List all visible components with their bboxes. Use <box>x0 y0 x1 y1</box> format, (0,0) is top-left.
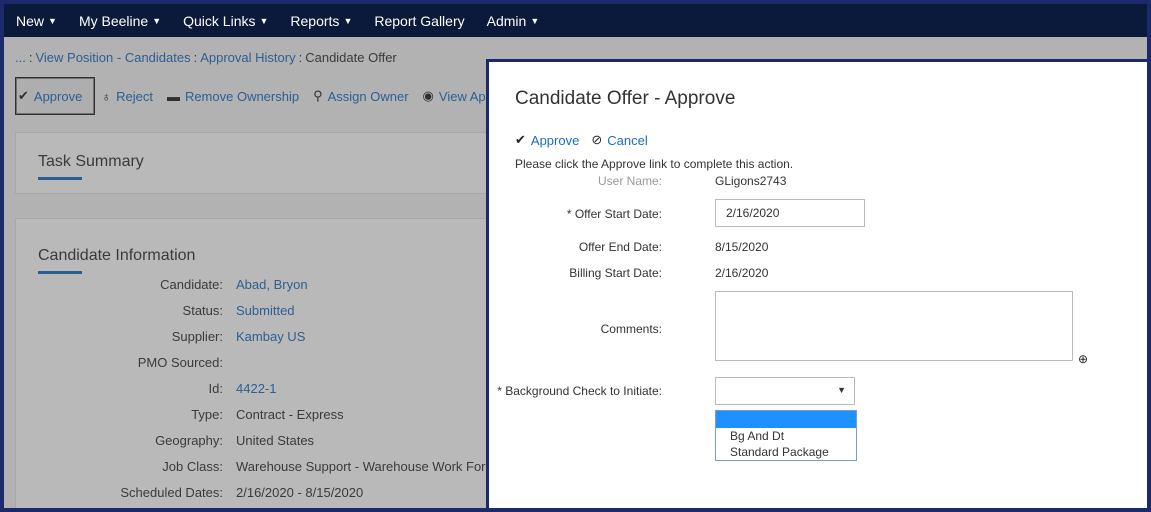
approve-dialog: Candidate Offer - Approve ✔ Approve ⊘ Canc… <box>486 59 1147 508</box>
dropdown-arrow-icon: ▼ <box>837 385 846 395</box>
background-check-select[interactable]: ▼ <box>715 377 855 405</box>
dropdown-option-bg-and-dt[interactable]: Bg And Dt <box>716 428 856 444</box>
dialog-cancel-label: Cancel <box>607 132 648 148</box>
chevron-down-icon: ▼ <box>530 15 540 26</box>
nav-reports[interactable]: Reports ▼ <box>290 13 352 29</box>
background-check-dropdown: Bg And Dt Standard Package <box>715 410 857 461</box>
offer-end-label: Offer End Date: <box>578 240 662 254</box>
nav-label: New <box>16 12 45 29</box>
comments-label: Comments: <box>600 322 662 336</box>
zoom-icon[interactable]: ⊕ <box>1078 352 1088 366</box>
nav-my-beeline[interactable]: My Beeline ▼ <box>79 13 161 29</box>
nav-admin[interactable]: Admin ▼ <box>487 13 540 29</box>
dropdown-option-blank[interactable] <box>716 411 856 428</box>
top-nav: New ▼ My Beeline ▼ Quick Links ▼ Reports ▼ R… <box>4 4 1147 37</box>
chevron-down-icon: ▼ <box>48 15 57 26</box>
chevron-down-icon: ▼ <box>343 15 353 26</box>
billing-start-value: 2/16/2020 <box>715 266 769 280</box>
comments-textarea[interactable] <box>715 291 1073 361</box>
nav-label: Report Gallery <box>374 12 465 29</box>
offer-end-value: 8/15/2020 <box>715 240 769 254</box>
nav-label: Admin <box>486 12 527 29</box>
billing-start-label: Billing Start Date: <box>569 266 662 280</box>
background-check-label: * Background Check to Initiate: <box>497 384 662 398</box>
offer-start-label: * Offer Start Date: <box>566 207 662 221</box>
dialog-approve-label: Approve <box>530 132 580 148</box>
nav-label: Reports <box>290 12 340 29</box>
checkmark-icon: ✔ <box>515 132 526 147</box>
chevron-down-icon: ▼ <box>152 15 162 26</box>
nav-quick-links[interactable]: Quick Links ▼ <box>183 13 268 29</box>
user-name-label: User Name: <box>597 174 662 188</box>
nav-label: Quick Links <box>183 12 256 29</box>
dropdown-option-standard-package[interactable]: Standard Package <box>716 444 856 460</box>
nav-new[interactable]: New ▼ <box>16 13 57 29</box>
nav-report-gallery[interactable]: Report Gallery <box>374 13 464 29</box>
nav-label: My Beeline <box>78 12 149 29</box>
app-window: New ▼ My Beeline ▼ Quick Links ▼ Reports ▼ R… <box>4 4 1147 508</box>
dialog-title: Candidate Offer - Approve <box>515 88 736 109</box>
user-name-value: GLigons2743 <box>715 174 787 188</box>
offer-start-date-input[interactable]: 2/16/2020 <box>715 199 865 227</box>
dialog-hint: Please click the Approve link to complet… <box>515 157 794 171</box>
dialog-actions: ✔ Approve ⊘ Cancel <box>515 132 660 148</box>
dialog-approve-button[interactable]: ✔ Approve <box>515 132 579 148</box>
chevron-down-icon: ▼ <box>259 15 269 26</box>
cancel-icon: ⊘ <box>591 132 603 147</box>
dialog-cancel-button[interactable]: ⊘ Cancel <box>591 132 647 148</box>
